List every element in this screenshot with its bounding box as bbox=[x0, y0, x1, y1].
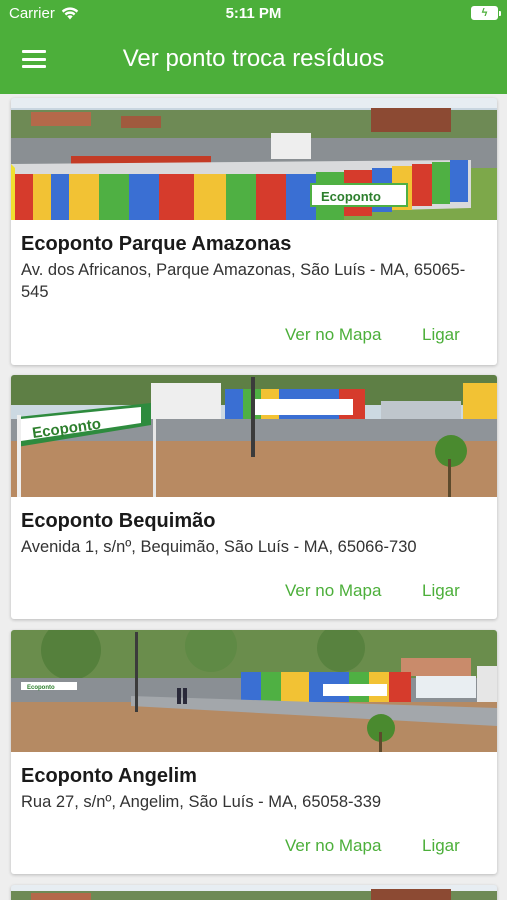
app-header: Carrier 5:11 PM ϟ Ver ponto troca resídu… bbox=[0, 0, 507, 94]
clock: 5:11 PM bbox=[225, 5, 282, 22]
page-title: Ver ponto troca resíduos bbox=[122, 45, 385, 72]
list-item: Ecoponto Ecoponto Parque Amazonas Av. do… bbox=[11, 98, 497, 365]
ecoponto-name: Ecoponto Angelim bbox=[21, 765, 197, 787]
call-button[interactable]: Ligar bbox=[422, 836, 460, 856]
ecoponto-photo: Ecoponto bbox=[11, 375, 497, 497]
view-on-map-button[interactable]: Ver no Mapa bbox=[285, 836, 381, 856]
ecoponto-address: Avenida 1, s/nº, Bequimão, São Luís - MA… bbox=[21, 538, 417, 556]
ecoponto-address: Rua 27, s/nº, Angelim, São Luís - MA, 65… bbox=[21, 793, 382, 811]
list-item: Ecoponto Ecoponto Angelim Rua 27, s/nº, … bbox=[11, 630, 497, 874]
list-item: Ecoponto Ecoponto Bequimão Avenida 1, s/… bbox=[11, 375, 497, 619]
ecoponto-sign: Ecoponto bbox=[27, 685, 55, 691]
ecoponto-name: Ecoponto Parque Amazonas bbox=[21, 233, 292, 255]
call-button[interactable]: Ligar bbox=[422, 325, 460, 345]
view-on-map-button[interactable]: Ver no Mapa bbox=[285, 581, 381, 601]
ecoponto-sign: Ecoponto bbox=[321, 189, 381, 204]
ecoponto-address: Av. dos Africanos, Parque Amazonas, São … bbox=[21, 261, 466, 301]
battery-charging-icon: ϟ bbox=[471, 6, 501, 20]
call-button[interactable]: Ligar bbox=[422, 581, 460, 601]
ecoponto-name: Ecoponto Bequimão bbox=[21, 510, 216, 532]
ecoponto-photo: Ecoponto bbox=[11, 630, 497, 752]
ecoponto-photo: Ecoponto bbox=[11, 98, 497, 220]
list-item bbox=[11, 885, 497, 900]
status-bar: Carrier 5:11 PM ϟ bbox=[0, 0, 507, 28]
view-on-map-button[interactable]: Ver no Mapa bbox=[285, 325, 381, 345]
ecoponto-photo bbox=[11, 885, 497, 900]
ecoponto-list[interactable]: Ecoponto Ecoponto Parque Amazonas Av. do… bbox=[0, 94, 507, 900]
